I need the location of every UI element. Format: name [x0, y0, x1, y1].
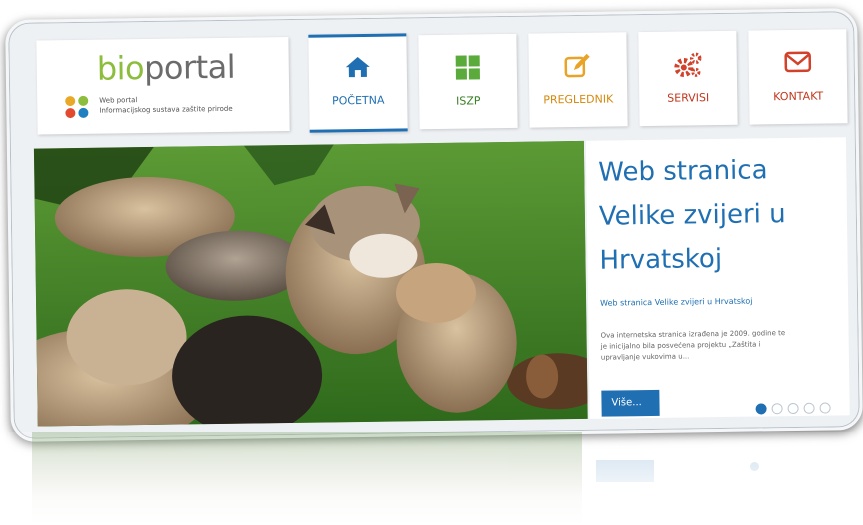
pager-dot-5[interactable]	[819, 402, 831, 414]
logo-dots-icon	[65, 95, 91, 120]
site-header: bioportal Web portal Informacijskog sust…	[32, 25, 848, 144]
pager-dot-2[interactable]	[771, 403, 783, 415]
logo-portal-text: portal	[143, 47, 236, 88]
logo-dot-blue	[78, 107, 89, 118]
page-content: bioportal Web portal Informacijskog sust…	[32, 25, 850, 427]
slide-title-line3: Hrvatskoj	[599, 243, 723, 276]
nav-label-kontakt: KONTAKT	[773, 89, 824, 104]
logo-wordmark: bioportal	[97, 48, 236, 88]
logo-dot-red	[65, 107, 76, 119]
mirror-reflection	[8, 432, 854, 525]
slide-text-line3: upravljanje vukovima u...	[600, 352, 690, 362]
slide-pager	[755, 402, 846, 417]
nav-label-preglednik: PREGLEDNIK	[543, 92, 614, 107]
nav-label-pocetna: POČETNA	[331, 93, 385, 108]
logo-bio-text: bio	[96, 49, 145, 88]
grid-icon	[419, 54, 517, 85]
logo-dot-orange	[65, 95, 76, 107]
logo-subtitle: Web portal Informacijskog sustava zaštit…	[99, 94, 233, 116]
nav-label-servisi: SERVISI	[667, 91, 710, 105]
envelope-icon	[749, 49, 847, 80]
pager-dot-3[interactable]	[787, 402, 799, 415]
pager-dot-4[interactable]	[803, 402, 815, 414]
nav-item-kontakt[interactable]: KONTAKT	[748, 29, 848, 125]
nav-item-servisi[interactable]: SERVISI	[638, 30, 738, 127]
nav-item-preglednik[interactable]: PREGLEDNIK	[528, 32, 628, 128]
gears-icon	[639, 51, 737, 82]
logo-subtitle-line2: Informacijskog sustava zaštite prirode	[99, 104, 233, 115]
slide-caption: Web stranica Velike zvijeri u Hrvatskoj …	[585, 137, 850, 419]
hero-slider: Web stranica Velike zvijeri u Hrvatskoj …	[33, 137, 850, 427]
edit-icon	[529, 52, 627, 83]
nav-item-pocetna[interactable]: POČETNA	[308, 33, 408, 133]
nav-label-iszp: ISZP	[455, 94, 481, 108]
home-icon	[309, 54, 407, 85]
slide-title-line1: Web stranica	[598, 155, 768, 188]
logo-dot-green	[78, 95, 89, 106]
slide-text: Ova internetska stranica izrađena je 200…	[600, 328, 800, 364]
pager-dot-1[interactable]	[755, 403, 767, 415]
more-button[interactable]: Više...	[601, 389, 660, 417]
slide-subtitle: Web stranica Velike zvijeri u Hrvatskoj	[600, 296, 753, 308]
nav-item-iszp[interactable]: ISZP	[418, 33, 518, 130]
browser-frame: bioportal Web portal Informacijskog sust…	[5, 8, 863, 442]
slide-title-line2: Velike zvijeri u	[598, 199, 786, 232]
slide-image[interactable]	[33, 140, 588, 427]
reflection-fade	[8, 432, 854, 525]
site-logo[interactable]: bioportal Web portal Informacijskog sust…	[36, 37, 290, 135]
slide-title: Web stranica Velike zvijeri u Hrvatskoj	[598, 147, 840, 282]
